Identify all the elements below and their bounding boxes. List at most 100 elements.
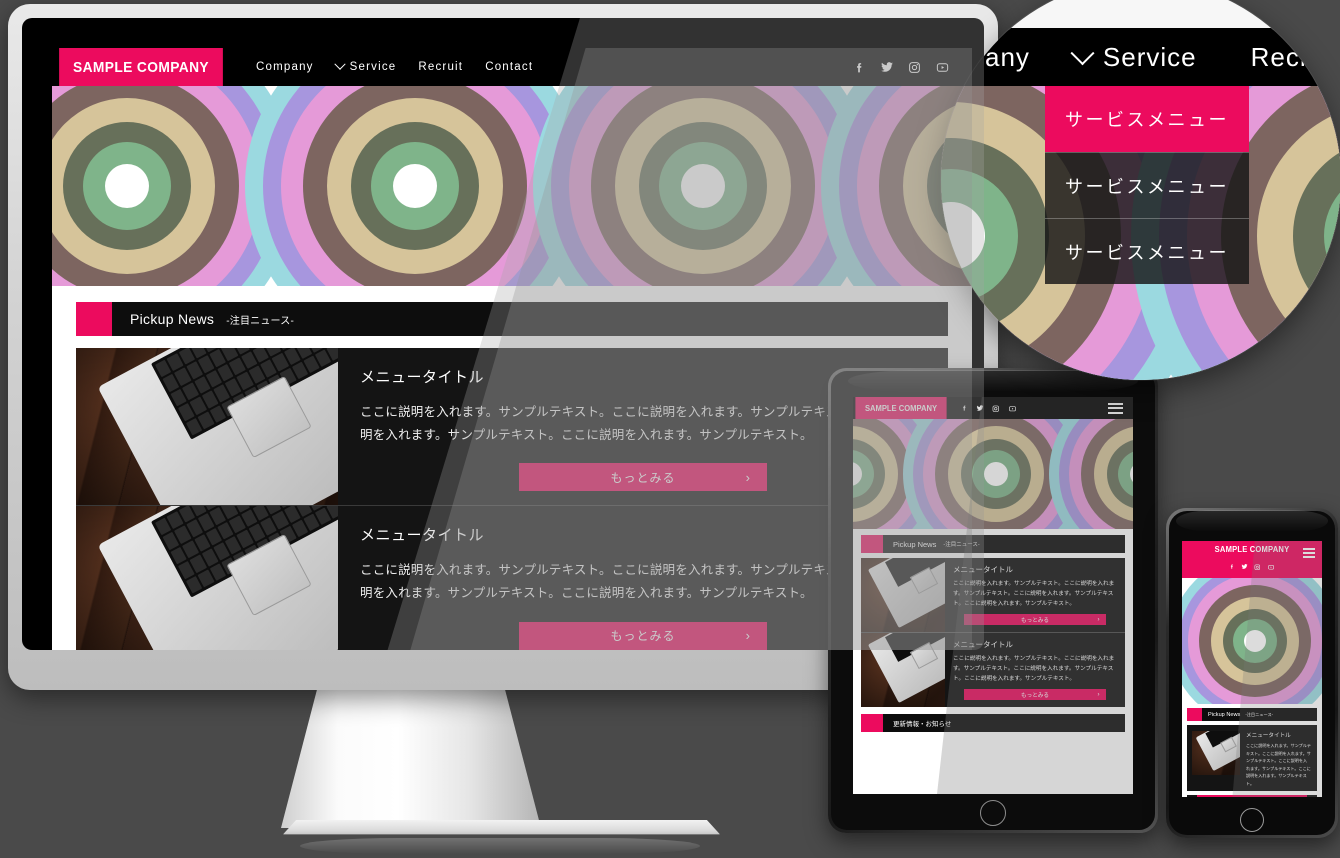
- chevron-right-icon: ›: [1097, 616, 1100, 623]
- phone-top-reflection: [1176, 510, 1328, 532]
- tablet-updates-wrap: 更新情報・お知らせ: [853, 707, 1133, 733]
- responsive-mockup-stage: SAMPLE COMPANY Company Service Recruit C…: [0, 0, 1340, 858]
- pickup-news-title-en: Pickup News: [130, 311, 215, 327]
- tablet-content: Pickup News -注目ニュース-: [853, 529, 1133, 553]
- phone-screen: SAMPLE COMPANY Pickup News -注目ニュース- メニュー…: [1182, 541, 1322, 797]
- phone-cards-wrap: メニュータイトル ここに説明を入れます。サンプルテキスト。ここに説明を入れます。…: [1182, 721, 1322, 797]
- instagram-icon[interactable]: [908, 61, 921, 74]
- ring-group-1: [1182, 578, 1322, 704]
- tablet-bezel: SAMPLE COMPANY Pickup News -注目ニュース- メニュー…: [831, 371, 1155, 830]
- ring-group-3: [1049, 419, 1133, 529]
- more-button-label: もっとみる: [1021, 692, 1049, 699]
- instagram-icon[interactable]: [1254, 557, 1261, 575]
- card-thumbnail[interactable]: [1192, 731, 1240, 775]
- more-button[interactable]: もっとみる ›: [964, 689, 1106, 701]
- dropdown-item-3[interactable]: サービスメニュー: [1045, 218, 1249, 284]
- twitter-icon[interactable]: [1241, 557, 1248, 575]
- phone-site-header: SAMPLE COMPANY: [1182, 541, 1322, 578]
- pickup-news-bar: Pickup News -注目ニュース-: [76, 302, 948, 336]
- content-area: Pickup News -注目ニュース-: [52, 286, 972, 336]
- tablet-home-button[interactable]: [980, 800, 1006, 826]
- tablet-brand-logo[interactable]: SAMPLE COMPANY: [855, 397, 947, 419]
- chevron-down-icon: [333, 58, 346, 70]
- card-text: ここに説明を入れます。サンプルテキスト。ここに説明を入れます。サンプルテキスト。…: [953, 656, 1115, 683]
- pickup-news-title-ja: -注目ニュース-: [1245, 711, 1274, 717]
- monitor-stand-reflection: [300, 838, 700, 854]
- service-dropdown-menu: サービスメニュー サービスメニュー サービスメニュー: [1045, 86, 1249, 284]
- phone-bezel: SAMPLE COMPANY Pickup News -注目ニュース- メニュー…: [1169, 511, 1335, 835]
- card-title: メニュータイトル: [953, 640, 1013, 650]
- tablet-hero-banner: [853, 419, 1133, 529]
- more-button[interactable]: もっとみる ›: [519, 621, 767, 650]
- nav-item-company[interactable]: Company: [256, 61, 314, 73]
- twitter-icon[interactable]: [880, 60, 894, 74]
- main-nav: Company Service Recruit Contact: [230, 48, 533, 86]
- accent-tick: [861, 714, 883, 733]
- dropdown-item-2[interactable]: サービスメニュー: [1045, 152, 1249, 218]
- mag-nav-item-recruit[interactable]: Recruit: [1251, 42, 1340, 73]
- chevron-right-icon: ›: [745, 469, 751, 485]
- magnifier-lens: any Service Recruit サービスメニュー サービスメニュー サー…: [941, 0, 1340, 380]
- mag-nav-item-company[interactable]: any: [985, 42, 1030, 73]
- nav-item-recruit[interactable]: Recruit: [418, 61, 463, 73]
- more-button-label: もっとみる: [610, 629, 676, 643]
- news-card: メニュータイトル ここに説明を入れます。サンプルテキスト。ここに説明を入れます。…: [76, 505, 948, 650]
- accent-tick: [1187, 708, 1202, 721]
- tablet-screen: SAMPLE COMPANY Pickup News -注目ニュース- メニュー…: [853, 397, 1133, 794]
- monitor-stand-neck: [281, 688, 541, 828]
- hamburger-menu-icon[interactable]: [1108, 402, 1133, 414]
- chevron-right-icon: ›: [745, 628, 751, 643]
- card-body: メニュータイトル ここに説明を入れます。サンプルテキスト。ここに説明を入れます。…: [1240, 727, 1317, 791]
- site-header: SAMPLE COMPANY Company Service Recruit C…: [52, 48, 972, 86]
- chevron-right-icon: ›: [1097, 691, 1100, 698]
- magnified-page-top: [941, 0, 1340, 30]
- dropdown-item-1[interactable]: サービスメニュー: [1045, 86, 1249, 152]
- card-thumbnail[interactable]: [861, 633, 945, 708]
- card-body: メニュータイトル ここに説明を入れます。サンプルテキスト。ここに説明を入れます。…: [945, 633, 1125, 707]
- pickup-news-title-ja: -注目ニュース-: [943, 542, 980, 548]
- updates-title: 更新情報・お知らせ: [893, 721, 952, 729]
- twitter-icon[interactable]: [976, 399, 984, 417]
- facebook-icon[interactable]: [1229, 557, 1235, 575]
- instagram-icon[interactable]: [992, 399, 1000, 417]
- phone-news-card: メニュータイトル ここに説明を入れます。サンプルテキスト。ここに説明を入れます。…: [1187, 725, 1317, 792]
- card-thumbnail[interactable]: [76, 506, 338, 650]
- brand-logo[interactable]: SAMPLE COMPANY: [59, 48, 223, 86]
- card-text: ここに説明を入れます。サンプルテキスト。ここに説明を入れます。サンプルテキスト。…: [953, 581, 1115, 608]
- phone-hero-banner: [1182, 578, 1322, 704]
- phone-content: Pickup News -注目ニュース-: [1182, 704, 1322, 721]
- tablet-pickup-news-bar: Pickup News -注目ニュース-: [861, 535, 1125, 553]
- card-body: メニュータイトル ここに説明を入れます。サンプルテキスト。ここに説明を入れます。…: [945, 558, 1125, 632]
- accent-tick: [76, 302, 112, 336]
- more-button[interactable]: もっとみる ›: [519, 463, 767, 492]
- more-button-label: もっとみる: [610, 470, 676, 485]
- tablet-news-card: メニュータイトル ここに説明を入れます。サンプルテキスト。ここに説明を入れます。…: [861, 558, 1125, 633]
- chevron-down-icon: [1070, 40, 1095, 65]
- youtube-icon[interactable]: [1267, 557, 1275, 575]
- facebook-icon[interactable]: [853, 61, 866, 74]
- more-button[interactable]: もっとみる ›: [1197, 795, 1307, 797]
- nav-item-contact[interactable]: Contact: [485, 61, 533, 73]
- facebook-icon[interactable]: [961, 399, 968, 417]
- tablet-social-links: [949, 399, 1017, 417]
- news-card: メニュータイトル ここに説明を入れます。サンプルテキスト。ここに説明を入れます。…: [76, 348, 948, 506]
- phone-home-button[interactable]: [1240, 808, 1264, 832]
- hero-banner: [52, 86, 972, 286]
- card-thumbnail[interactable]: [76, 348, 338, 506]
- phone-device: SAMPLE COMPANY Pickup News -注目ニュース- メニュー…: [1166, 508, 1338, 838]
- pickup-news-title-en: Pickup News: [893, 539, 937, 549]
- tablet-site-header: SAMPLE COMPANY: [853, 397, 1133, 419]
- phone-brand-logo[interactable]: SAMPLE COMPANY: [1186, 545, 1319, 554]
- more-button-label: もっとみる: [1021, 617, 1049, 624]
- mag-nav-item-service[interactable]: Service: [1070, 40, 1197, 73]
- card-thumbnail[interactable]: [861, 558, 945, 633]
- more-button[interactable]: もっとみる ›: [964, 614, 1106, 626]
- phone-social-links: [1182, 557, 1322, 575]
- nav-item-service[interactable]: Service: [333, 58, 397, 73]
- youtube-icon[interactable]: [1008, 399, 1017, 417]
- card-title: メニュータイトル: [953, 565, 1013, 574]
- tablet-updates-bar: 更新情報・お知らせ: [861, 714, 1125, 733]
- hamburger-menu-icon[interactable]: [1303, 548, 1315, 558]
- pickup-news-title-en: Pickup News: [1208, 711, 1241, 718]
- monitor-stand-base: [283, 820, 720, 835]
